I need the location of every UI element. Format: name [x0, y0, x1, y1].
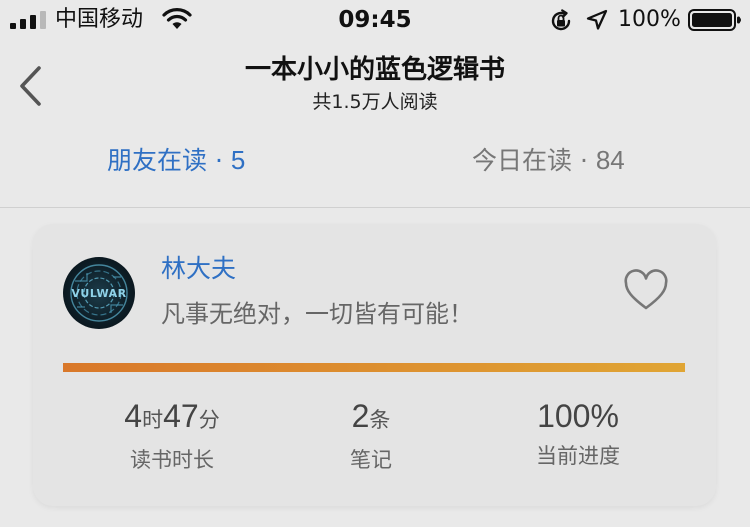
hours-unit: 时 — [142, 408, 164, 432]
hours-value: 4 — [124, 398, 143, 434]
chevron-left-icon — [20, 66, 41, 106]
reader-count: 共1.5万人阅读 — [312, 91, 438, 113]
tab-count: 84 — [595, 145, 625, 175]
tab-label: 今日在读 · — [472, 146, 596, 175]
location-icon — [586, 9, 608, 30]
heart-outline-icon — [624, 269, 668, 310]
reader-card[interactable]: VULWAR 林大夫 凡事无绝对，一切皆有可能！ 4时47分 读书时长 2条 笔… — [33, 224, 716, 506]
book-title: 一本小小的蓝色逻辑书 — [244, 55, 505, 85]
stat-label: 当前进度 — [536, 444, 620, 468]
battery-percent: 100% — [618, 7, 681, 32]
tab-today-reading[interactable]: 今日在读 · 84 — [472, 142, 625, 179]
svg-text:VULWAR: VULWAR — [71, 287, 126, 300]
tab-label: 朋友在读 · — [107, 146, 231, 175]
stat-value: 2条 — [301, 396, 441, 440]
battery-icon — [688, 9, 741, 31]
stat-value: 100% — [537, 398, 619, 434]
tab-friends-reading[interactable]: 朋友在读 · 5 — [107, 142, 245, 179]
minutes-value: 47 — [163, 398, 199, 434]
stat-reading-time: 4时47分 读书时长 — [87, 396, 257, 475]
user-bio: 凡事无绝对，一切皆有可能！ — [161, 300, 473, 328]
stat-value: 4时47分 — [87, 396, 257, 440]
orientation-lock-icon — [551, 9, 571, 31]
avatar[interactable]: VULWAR — [63, 257, 135, 329]
user-name[interactable]: 林大夫 — [161, 252, 236, 286]
like-button[interactable] — [621, 268, 671, 314]
stat-label: 笔记 — [350, 448, 392, 472]
stat-progress: 100% 当前进度 — [503, 396, 653, 471]
status-bar: 中国移动 09:45 100% — [0, 0, 750, 40]
avatar-logo: VULWAR — [70, 264, 128, 322]
reading-progress-bar — [63, 363, 685, 372]
minutes-unit: 分 — [198, 408, 220, 432]
tab-divider — [0, 207, 750, 208]
back-button[interactable] — [10, 62, 50, 110]
tab-count: 5 — [230, 145, 246, 175]
stat-notes: 2条 笔记 — [301, 396, 441, 475]
notes-value: 2 — [351, 398, 370, 434]
stat-label: 读书时长 — [130, 448, 214, 472]
notes-unit: 条 — [369, 408, 391, 432]
reading-progress-fill — [63, 363, 685, 372]
